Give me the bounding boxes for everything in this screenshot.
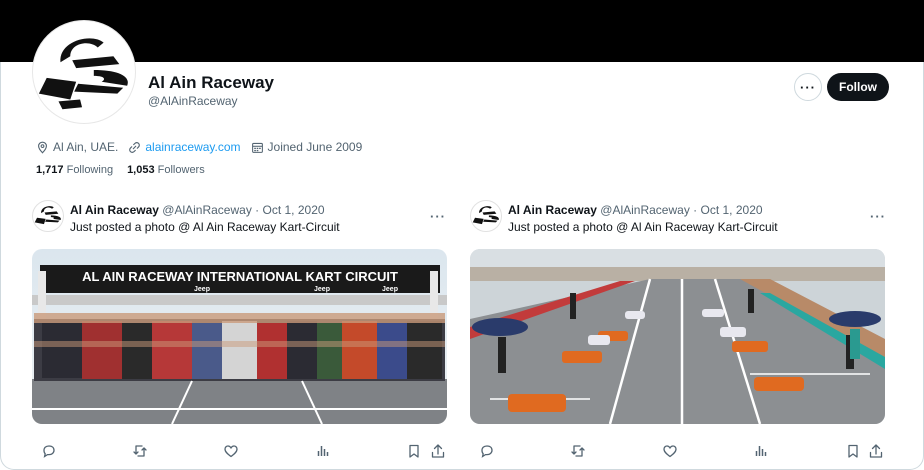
- profile-name: Al Ain Raceway: [148, 73, 274, 92]
- joined-text: Joined June 2009: [267, 140, 363, 154]
- followers-link[interactable]: 1,053 Followers: [127, 164, 205, 176]
- bar-chart-icon[interactable]: [315, 443, 331, 459]
- profile-handle: @AlAinRaceway: [148, 94, 238, 108]
- photo-banner-text: AL AIN RACEWAY INTERNATIONAL KART CIRCUI…: [82, 269, 398, 284]
- post-date[interactable]: · Oct 1, 2020: [693, 203, 762, 217]
- raceway-logo-icon: [472, 206, 499, 225]
- location-text: Al Ain, UAE.: [53, 140, 119, 154]
- group-photo-image: AL AIN RACEWAY INTERNATIONAL KART CIRCUI…: [32, 249, 447, 424]
- retweet-icon[interactable]: [132, 443, 148, 459]
- post-author-handle[interactable]: @AlAinRaceway: [162, 203, 252, 217]
- post-author-name[interactable]: Al Ain Raceway: [508, 203, 597, 217]
- website-item: alainraceway.com: [128, 140, 241, 154]
- kart-grid-image: [470, 249, 885, 424]
- post-photo[interactable]: [470, 249, 885, 424]
- location-pin-icon: [38, 141, 47, 154]
- follow-button[interactable]: Follow: [827, 73, 889, 101]
- post-actions: [32, 443, 448, 459]
- profile-avatar[interactable]: [32, 20, 136, 124]
- bookmark-icon[interactable]: [845, 443, 861, 459]
- raceway-logo-icon: [38, 38, 128, 110]
- profile-banner: [0, 0, 924, 62]
- post-more-button[interactable]: ···: [430, 209, 446, 224]
- followers-label: Followers: [157, 164, 205, 176]
- raceway-logo-icon: [34, 206, 61, 225]
- post-avatar[interactable]: [32, 200, 64, 232]
- profile-meta: Al Ain, UAE. alainraceway.com Joined Jun…: [36, 140, 372, 154]
- followers-count: 1,053: [127, 164, 155, 176]
- post-author-handle[interactable]: @AlAinRaceway: [600, 203, 690, 217]
- svg-text:Jeep: Jeep: [314, 286, 330, 293]
- location-item: Al Ain, UAE.: [36, 140, 118, 154]
- heart-icon[interactable]: [662, 443, 678, 459]
- post-header: Al Ain Raceway @AlAinRaceway · Oct 1, 20…: [70, 203, 325, 217]
- heart-icon[interactable]: [223, 443, 239, 459]
- more-options-button[interactable]: ···: [794, 73, 822, 101]
- post-author-name[interactable]: Al Ain Raceway: [70, 203, 159, 217]
- link-icon: [129, 141, 141, 153]
- profile-stats: 1,717 Following 1,053 Followers: [36, 164, 219, 176]
- bookmark-icon[interactable]: [406, 443, 422, 459]
- bar-chart-icon[interactable]: [753, 443, 769, 459]
- calendar-icon: [251, 142, 263, 153]
- website-link[interactable]: alainraceway.com: [145, 140, 240, 154]
- following-count: 1,717: [36, 164, 64, 176]
- following-label: Following: [66, 164, 114, 176]
- svg-text:Jeep: Jeep: [194, 286, 210, 293]
- post-photo[interactable]: AL AIN RACEWAY INTERNATIONAL KART CIRCUI…: [32, 249, 447, 424]
- share-icon[interactable]: [868, 443, 884, 459]
- svg-text:Jeep: Jeep: [382, 286, 398, 293]
- post-date[interactable]: · Oct 1, 2020: [255, 203, 324, 217]
- retweet-icon[interactable]: [570, 443, 586, 459]
- post-avatar[interactable]: [470, 200, 502, 232]
- post-more-button[interactable]: ···: [870, 209, 886, 224]
- post-text: Just posted a photo @ Al Ain Raceway Kar…: [70, 220, 340, 234]
- post-text: Just posted a photo @ Al Ain Raceway Kar…: [508, 220, 778, 234]
- reply-icon[interactable]: [41, 443, 57, 459]
- post-header: Al Ain Raceway @AlAinRaceway · Oct 1, 20…: [508, 203, 763, 217]
- post-actions: [470, 443, 886, 459]
- reply-icon[interactable]: [479, 443, 495, 459]
- following-link[interactable]: 1,717 Following: [36, 164, 113, 176]
- joined-item: Joined June 2009: [251, 140, 363, 154]
- share-icon[interactable]: [430, 443, 446, 459]
